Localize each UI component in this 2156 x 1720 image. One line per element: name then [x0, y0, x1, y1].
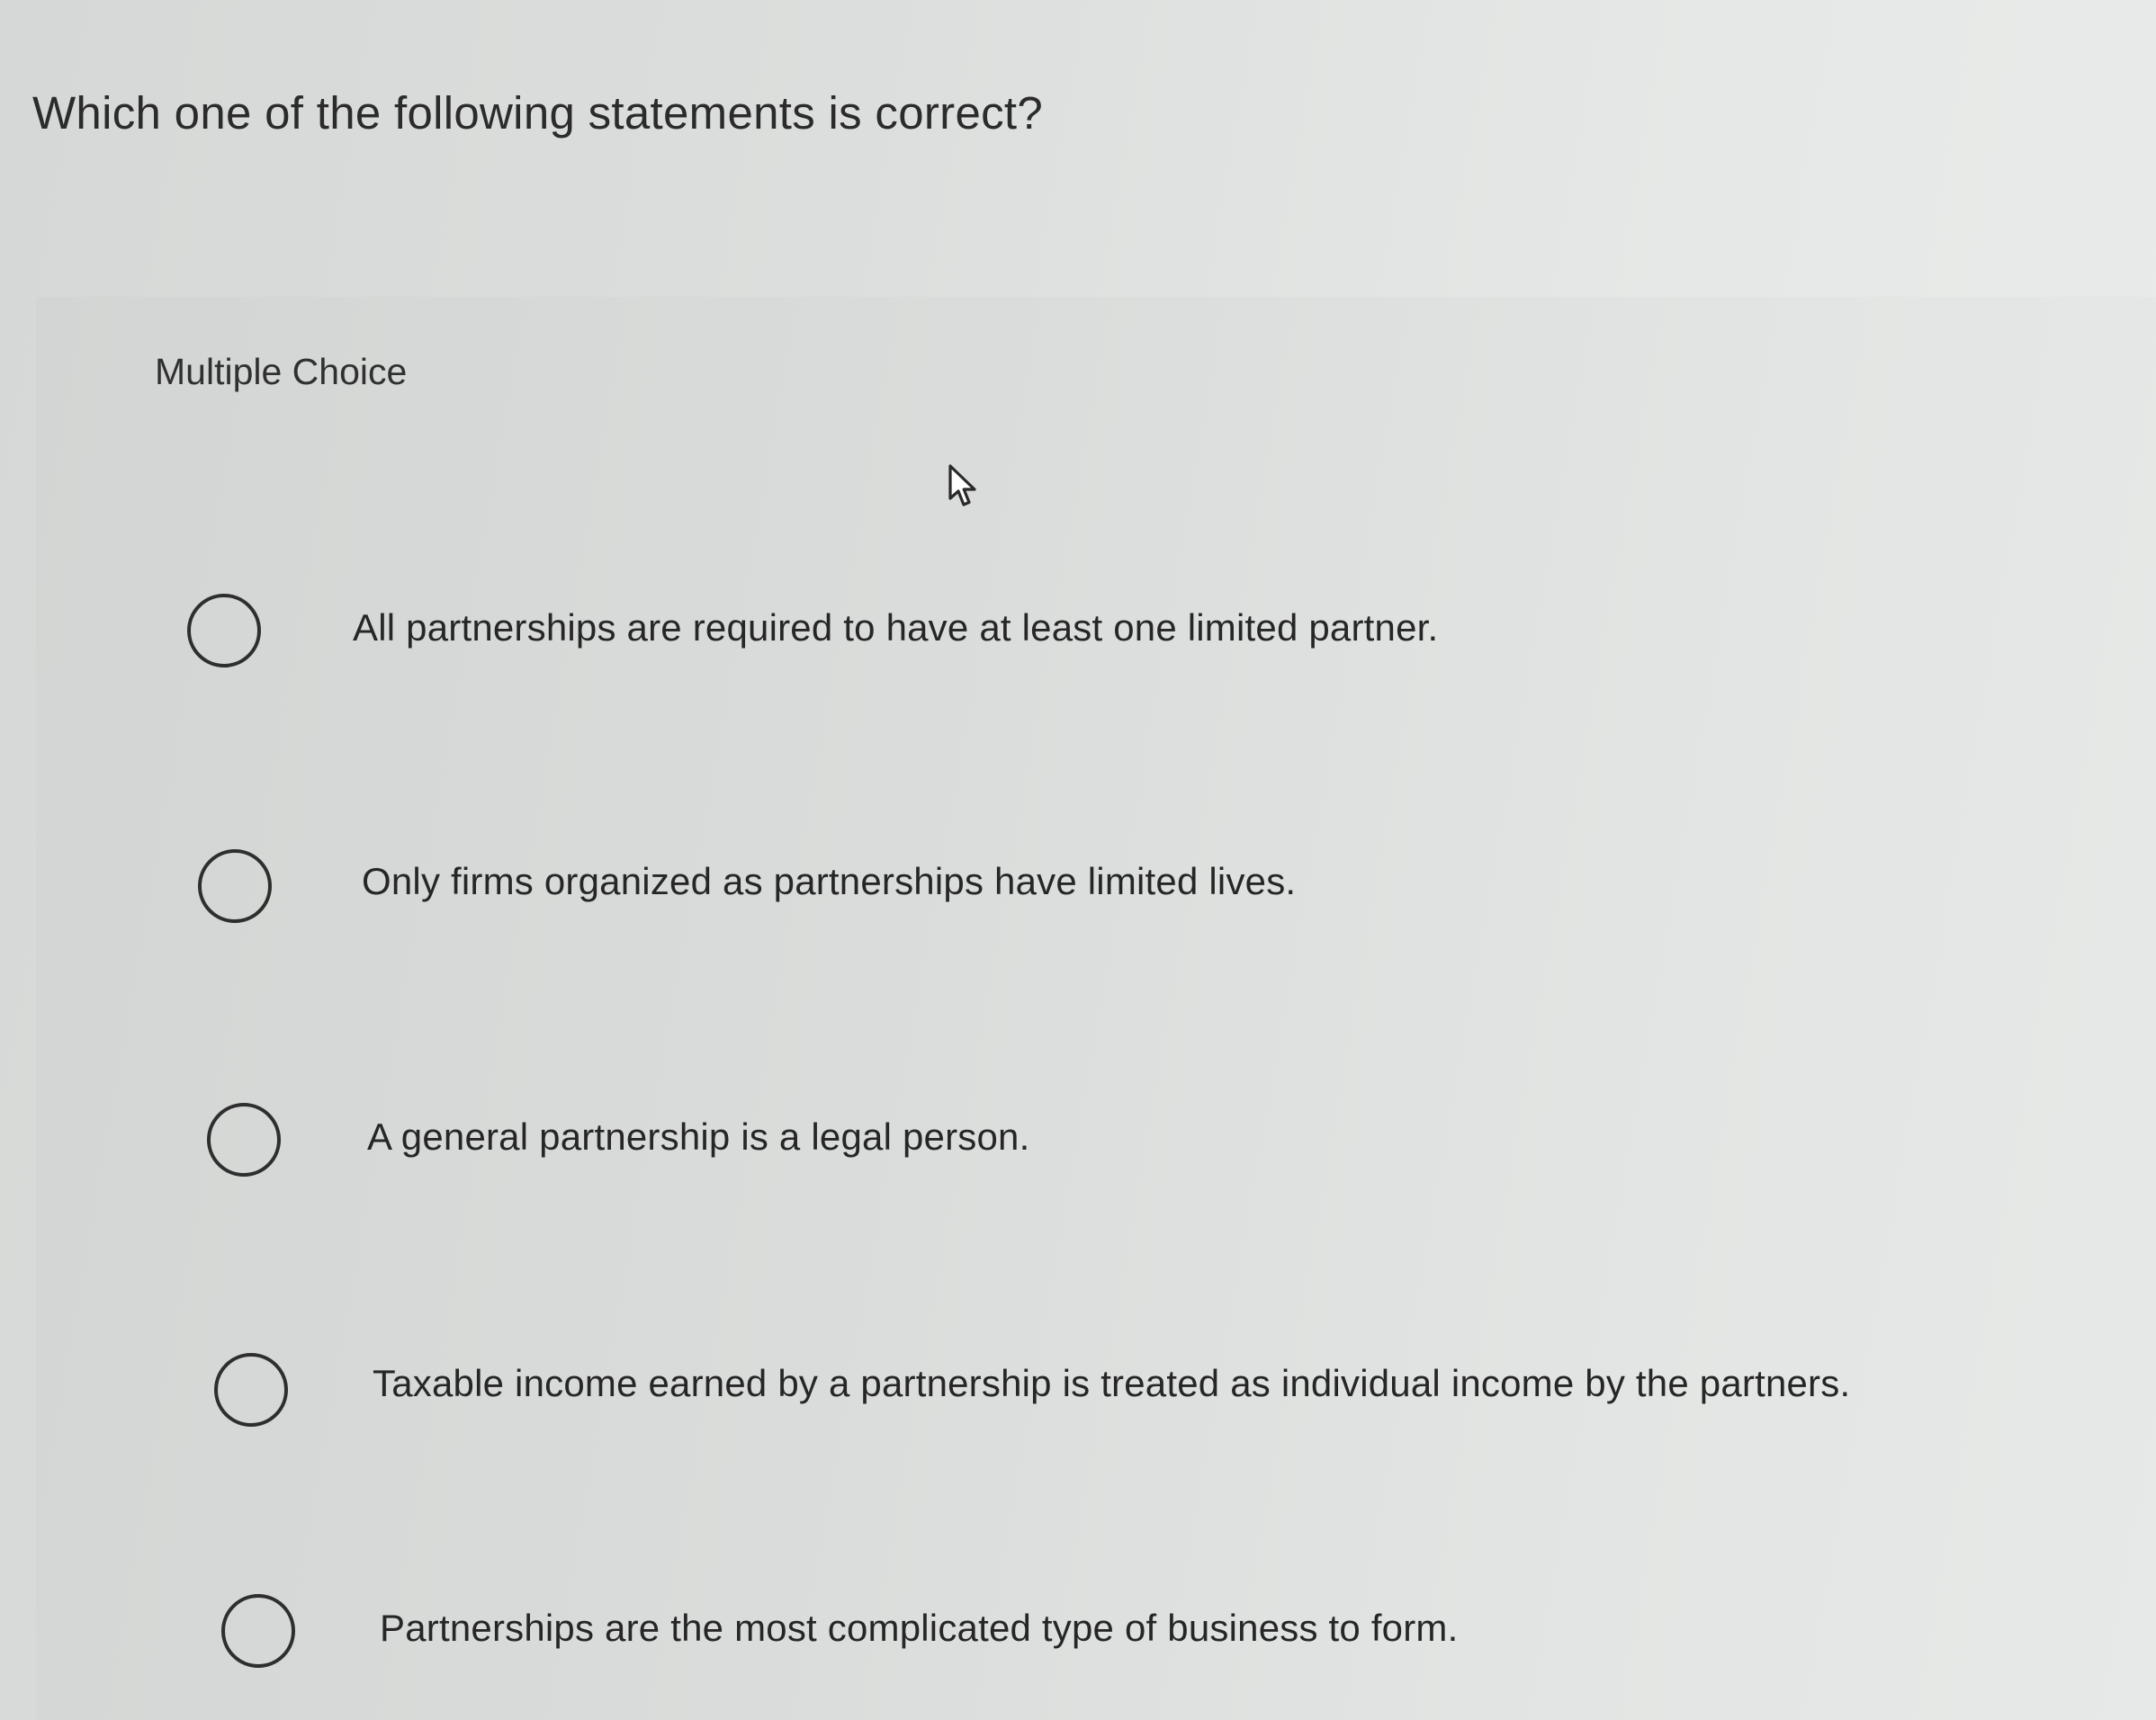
- answer-option-2[interactable]: Only firms organized as partnerships hav…: [0, 831, 2156, 939]
- radio-button-option-1[interactable]: [187, 594, 261, 667]
- mouse-pointer-icon: [948, 464, 976, 506]
- multiple-choice-label: Multiple Choice: [155, 351, 408, 392]
- answer-option-3-label[interactable]: A general partnership is a legal person.: [367, 1115, 1029, 1159]
- radio-button-option-5[interactable]: [221, 1594, 295, 1668]
- answer-option-5-label[interactable]: Partnerships are the most complicated ty…: [380, 1607, 1459, 1650]
- answer-option-4-label[interactable]: Taxable income earned by a partnership i…: [373, 1362, 1850, 1405]
- answer-option-4[interactable]: Taxable income earned by a partnership i…: [0, 1335, 2156, 1443]
- answer-option-1[interactable]: All partnerships are required to have at…: [0, 576, 2156, 684]
- radio-button-option-3[interactable]: [207, 1103, 281, 1177]
- answer-option-3[interactable]: A general partnership is a legal person.: [0, 1085, 2156, 1193]
- question-text: Which one of the following statements is…: [32, 87, 1044, 139]
- answer-option-1-label[interactable]: All partnerships are required to have at…: [353, 606, 1438, 649]
- multiple-choice-panel: [36, 297, 2156, 1720]
- answer-option-2-label[interactable]: Only firms organized as partnerships hav…: [362, 860, 1296, 903]
- radio-button-option-4[interactable]: [214, 1353, 288, 1427]
- answer-option-5[interactable]: Partnerships are the most complicated ty…: [0, 1589, 2156, 1720]
- radio-button-option-2[interactable]: [198, 849, 272, 923]
